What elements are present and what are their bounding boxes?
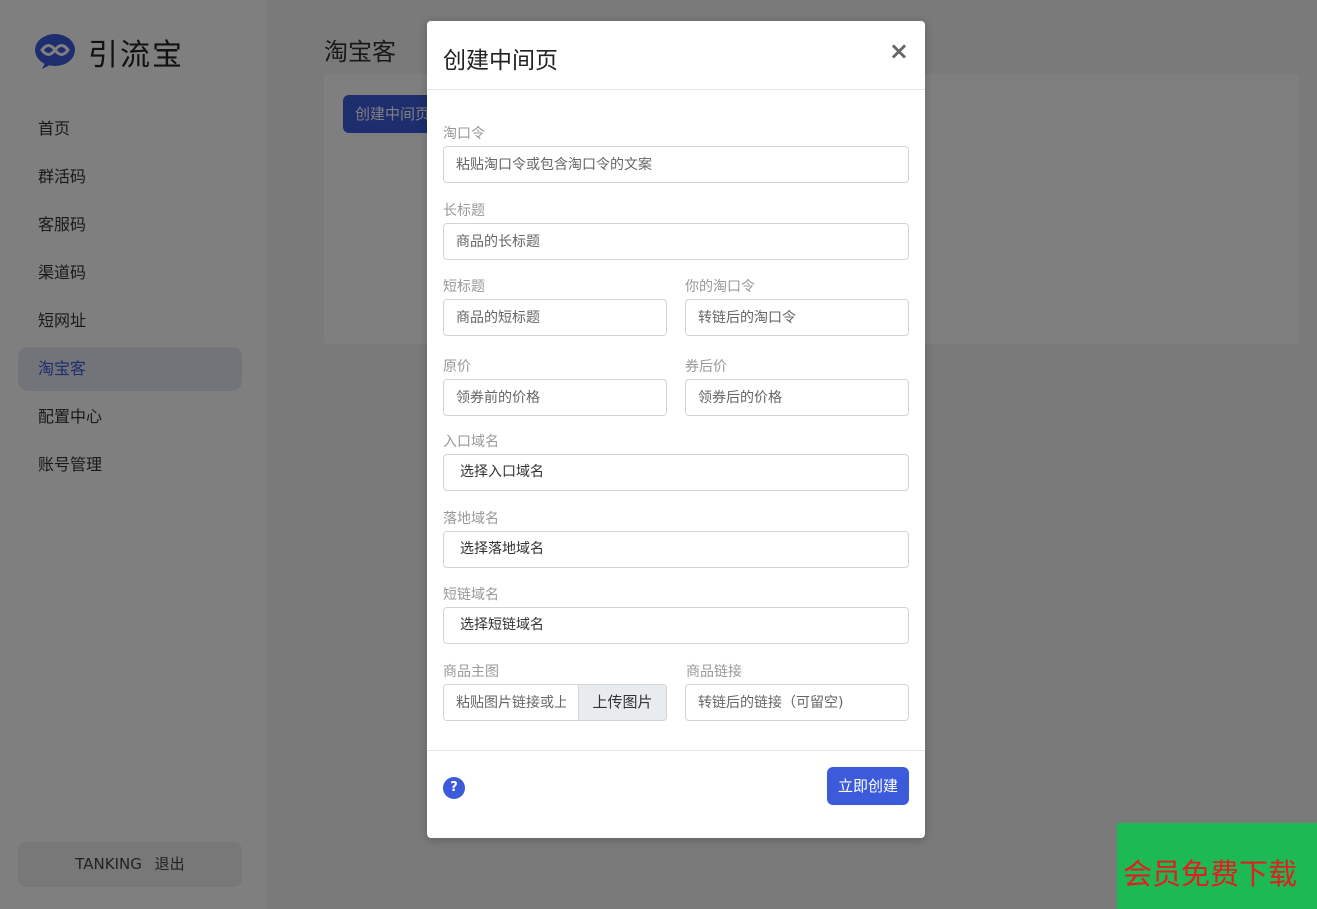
main-image-input[interactable] [444,685,578,720]
original-price-input[interactable] [443,379,667,416]
short-title-input[interactable] [443,299,667,336]
short-title-label: 短标题 [443,279,485,295]
tkl-input[interactable] [443,146,909,183]
main-image-group: 上传图片 [443,684,667,721]
landing-domain-select[interactable]: 选择落地域名 [443,531,909,568]
badge-text: 会员免费下载 [1123,857,1298,891]
modal-header: 创建中间页 × [427,21,925,90]
close-icon[interactable]: × [889,37,909,65]
your-tkl-input[interactable] [685,299,909,336]
create-now-button[interactable]: 立即创建 [826,767,909,805]
your-tkl-label: 你的淘口令 [685,279,755,295]
product-link-label: 商品链接 [686,664,742,680]
modal-footer: ? 立即创建 [427,750,925,838]
entry-domain-label: 入口域名 [443,434,499,450]
help-icon[interactable]: ? [443,777,465,799]
original-price-label: 原价 [443,359,471,375]
main-image-label: 商品主图 [443,664,499,680]
coupon-price-label: 券后价 [685,359,727,375]
create-page-modal: 创建中间页 × 淘口令 长标题 短标题 你的淘口令 原价 券后价 入口域名 选择… [427,21,925,838]
coupon-price-input[interactable] [685,379,909,416]
short-domain-select[interactable]: 选择短链域名 [443,607,909,644]
long-title-input[interactable] [443,223,909,260]
tkl-label: 淘口令 [443,126,485,142]
short-domain-label: 短链域名 [443,587,499,603]
product-link-input[interactable] [685,684,909,721]
entry-domain-select[interactable]: 选择入口域名 [443,454,909,491]
member-download-badge[interactable]: 会员免费下载 [1117,823,1317,909]
long-title-label: 长标题 [443,203,485,219]
upload-image-button[interactable]: 上传图片 [578,685,666,720]
landing-domain-label: 落地域名 [443,511,499,527]
modal-title: 创建中间页 [443,48,558,74]
